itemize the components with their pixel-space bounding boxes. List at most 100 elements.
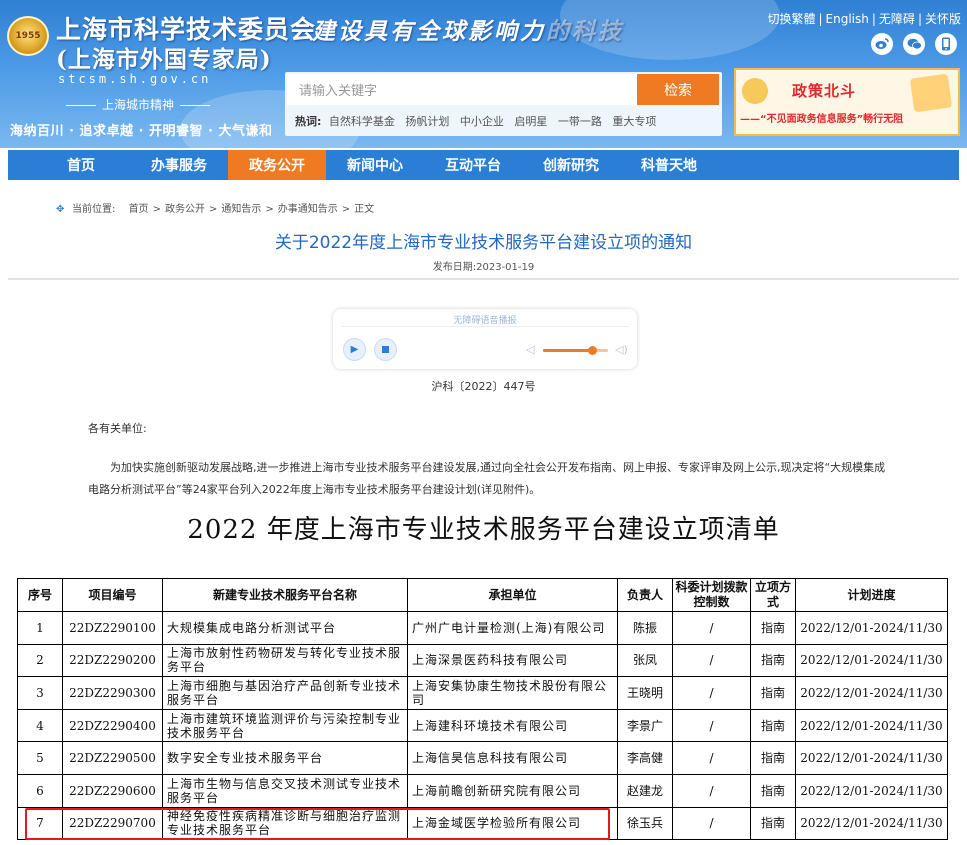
table-row: 5 22DZ2290500 数字安全专业技术服务平台 上海信昊信息科技有限公司 … [17, 741, 948, 775]
weibo-glyph [875, 38, 889, 49]
volume-low-icon: ◁ [526, 343, 535, 356]
breadcrumb-item-current: 正文 [354, 204, 375, 215]
play-button[interactable]: ▶ [343, 338, 366, 361]
breadcrumb-item[interactable]: 政务公开 [165, 204, 205, 215]
slogan-text: 建设具有全球影响力 [312, 18, 546, 45]
nav-item-innovation[interactable]: 创新研究 [522, 150, 620, 180]
article-paragraph: 为加快实施创新驱动发展战略,进一步推进上海市专业技术服务平台建设发展,通过向全社… [88, 461, 886, 496]
banner-decoration [909, 73, 953, 113]
publish-date: 发布日期:2023-01-19 [432, 262, 535, 273]
funding-limit: / [672, 806, 751, 841]
platform-name: 数字安全专业技术服务平台 [162, 741, 408, 775]
host-organization: 上海前瞻创新研究院有限公司 [407, 773, 618, 808]
link-accessibility[interactable]: 无障碍 [879, 12, 915, 26]
schedule: 2022/12/01-2024/11/30 [795, 611, 948, 645]
platform-name: 上海市建筑环境监测评价与污染控制专业技术服务平台 [162, 708, 408, 743]
emblem-text: 1955 [15, 31, 41, 41]
search-input[interactable]: 请输入关键字 [287, 74, 637, 105]
hot-word-link[interactable]: 扬帆计划 [405, 115, 449, 128]
hot-word-link[interactable]: 自然科学基金 [329, 115, 395, 128]
breadcrumb-item[interactable]: 办事通知告示 [278, 204, 338, 215]
principal: 张凤 [617, 643, 673, 678]
host-organization: 上海建科环境技术有限公司 [407, 708, 618, 743]
funding-limit: / [672, 611, 751, 645]
approval-method: 指南 [750, 806, 796, 841]
row-index: 2 [17, 643, 63, 678]
schedule: 2022/12/01-2024/11/30 [795, 708, 948, 743]
principal: 赵建龙 [617, 773, 673, 808]
city-spirit-title: 上海城市精神 [60, 96, 216, 113]
row-index: 3 [17, 676, 63, 710]
policy-banner[interactable]: 政策北斗 ——“不见面政务信息服务”畅行无阻 [734, 68, 960, 136]
search-button[interactable]: 检索 [637, 74, 719, 105]
principal: 徐玉兵 [617, 806, 673, 841]
logo-emblem[interactable]: 1955 [7, 16, 49, 56]
schedule: 2022/12/01-2024/11/30 [795, 676, 948, 710]
breadcrumb-label: 当前位置: [72, 204, 116, 215]
top-links: 切换繁體 | English | 无障碍 | 关怀版 [767, 10, 961, 27]
hot-word-link[interactable]: 启明星 [514, 115, 547, 128]
schedule: 2022/12/01-2024/11/30 [795, 643, 948, 678]
approval-method: 指南 [750, 643, 796, 678]
host-organization: 上海深景医药科技有限公司 [407, 643, 618, 678]
principal: 李景广 [617, 708, 673, 743]
divider [8, 278, 959, 280]
hot-word-link[interactable]: 重大专项 [612, 115, 656, 128]
table-row: 4 22DZ2290400 上海市建筑环境监测评价与污染控制专业技术服务平台 上… [17, 708, 948, 743]
separator: | [871, 12, 876, 26]
platform-name: 上海市放射性药物研发与转化专业技术服务平台 [162, 643, 408, 678]
row-index: 1 [17, 611, 63, 645]
project-list-title: 2022 年度上海市专业技术服务平台建设立项清单 [187, 515, 780, 545]
nav-item-science-popularization[interactable]: 科普天地 [620, 150, 718, 180]
funding-limit: / [672, 773, 751, 808]
nav-item-news[interactable]: 新闻中心 [326, 150, 424, 180]
city-spirit-text: 海纳百川 · 追求卓越 · 开明睿智 · 大气谦和 [10, 124, 273, 139]
volume-high-icon: ◁) [615, 343, 628, 356]
mobile-glyph [942, 37, 950, 51]
platform-name: 上海市生物与信息交叉技术测试专业技术服务平台 [162, 773, 408, 808]
hot-word-link[interactable]: 一带一路 [558, 115, 602, 128]
volume-fill [543, 349, 592, 352]
site-domain: stcsm.sh.gov.cn [58, 72, 212, 86]
approval-method: 指南 [750, 773, 796, 808]
breadcrumb-item[interactable]: 首页 [129, 204, 149, 215]
audio-player: 无障碍语音播报 ▶ ◁ ◁) [333, 309, 637, 369]
nav-item-interaction[interactable]: 互动平台 [424, 150, 522, 180]
row-index: 4 [17, 708, 63, 743]
link-elder-mode[interactable]: 关怀版 [925, 12, 961, 26]
nav-item-government-affairs[interactable]: 政务公开 [228, 150, 326, 180]
weibo-icon[interactable] [871, 33, 893, 55]
schedule: 2022/12/01-2024/11/30 [795, 741, 948, 775]
platform-name: 上海市细胞与基因治疗产品创新专业技术服务平台 [162, 676, 408, 710]
link-english[interactable]: English [826, 12, 869, 26]
approval-method: 指南 [750, 708, 796, 743]
location-icon: ✥ [56, 204, 65, 215]
nav-item-services[interactable]: 办事服务 [130, 150, 228, 180]
row-index: 7 [17, 806, 63, 841]
org-subname: (上海市外国专家局) [56, 46, 272, 73]
stop-button[interactable] [374, 338, 397, 361]
volume-slider[interactable] [543, 346, 608, 355]
wechat-icon[interactable] [903, 33, 925, 55]
hot-word-link[interactable]: 中小企业 [460, 115, 504, 128]
table-row: 6 22DZ2290600 上海市生物与信息交叉技术测试专业技术服务平台 上海前… [17, 773, 948, 808]
principal: 王晓明 [617, 676, 673, 710]
mobile-icon[interactable] [935, 33, 957, 55]
search-panel: 请输入关键字 检索 热词: 自然科学基金 扬帆计划 中小企业 启明星 一带一路 … [285, 72, 722, 136]
volume-knob[interactable] [587, 346, 597, 355]
host-organization: 广州广电计量检测(上海)有限公司 [407, 611, 618, 645]
table-row: 3 22DZ2290300 上海市细胞与基因治疗产品创新专业技术服务平台 上海安… [17, 676, 948, 710]
breadcrumb-item[interactable]: 通知告示 [221, 204, 261, 215]
table-header-row: 序号 项目编号 新建专业技术服务平台名称 承担单位 负责人 科委计划拨款控制数 … [17, 578, 948, 612]
column-header: 计划进度 [795, 578, 948, 612]
main-nav: 首页 办事服务 政务公开 新闻中心 互动平台 创新研究 科普天地 [8, 150, 959, 180]
link-traditional-chinese[interactable]: 切换繁體 [767, 12, 815, 26]
document-number: 沪科〔2022〕447号 [431, 380, 536, 393]
project-code: 22DZ2290200 [62, 643, 163, 678]
project-code: 22DZ2290100 [62, 611, 163, 645]
nav-item-home[interactable]: 首页 [32, 150, 130, 180]
project-code: 22DZ2290500 [62, 741, 163, 775]
separator: > [265, 204, 274, 215]
separator: > [208, 204, 218, 215]
slogan-faded-text: 的科技 [546, 18, 624, 45]
